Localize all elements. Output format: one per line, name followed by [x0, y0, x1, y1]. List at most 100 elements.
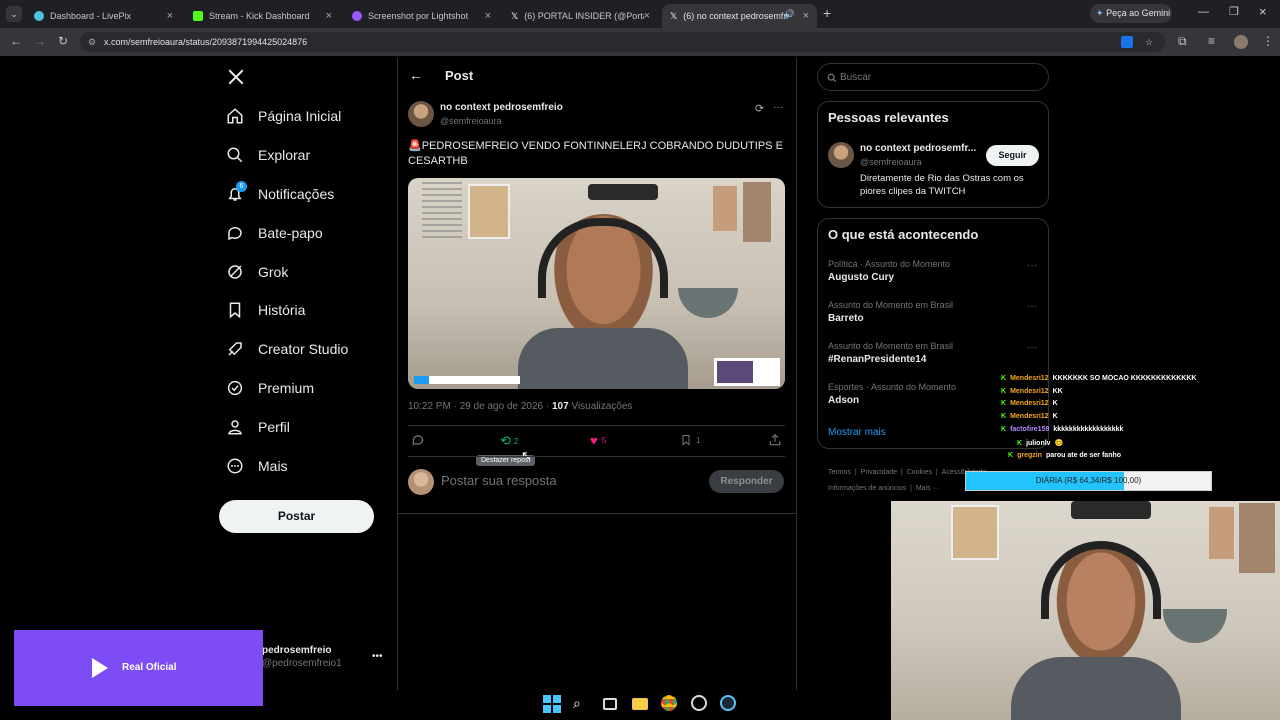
nav-notifications[interactable]: 6 Notificações	[226, 179, 334, 209]
trend-item[interactable]: Assunto do Momento em Brasil #RenanPresi…	[828, 341, 953, 365]
chat-message: K Mendesri12 K	[1001, 413, 1058, 420]
close-window-button[interactable]: ×	[1259, 4, 1267, 19]
close-tab-icon[interactable]: ×	[485, 10, 491, 22]
back-icon[interactable]: ←	[10, 34, 22, 48]
reload-icon[interactable]: ↻	[58, 34, 68, 48]
post-more-icon[interactable]: ···	[773, 102, 783, 113]
views-count: 107	[552, 401, 569, 412]
extension-icon[interactable]: ⧉	[1178, 34, 1187, 49]
share-action[interactable]	[768, 433, 782, 452]
close-tab-icon[interactable]: ×	[644, 10, 650, 22]
windows-start-icon[interactable]	[543, 695, 561, 713]
media-control-icon[interactable]: ≡	[1208, 34, 1215, 48]
translate-icon[interactable]	[1121, 36, 1133, 48]
post-back-icon[interactable]: ←	[409, 67, 423, 83]
new-tab-button[interactable]: +	[823, 5, 831, 21]
nav-premium[interactable]: Premium	[226, 373, 314, 403]
footer-cookies[interactable]: Cookies	[907, 469, 932, 476]
browser-tab-kick[interactable]: Stream - Kick Dashboard ×	[185, 4, 340, 28]
file-explorer-icon[interactable]	[632, 695, 650, 713]
retweet-action[interactable]: ⟲ 2	[500, 433, 518, 449]
tab-search-icon[interactable]: ⌄	[6, 6, 22, 22]
browser-tab-no-context[interactable]: 𝕏 (6) no context pedrosemfre 🔊 ×	[662, 4, 817, 28]
site-info-icon[interactable]: ⚙	[88, 32, 96, 52]
gemini-button[interactable]: ✦ Peça ao Gemini	[1090, 4, 1172, 23]
account-switcher[interactable]: pedrosemfreio @pedrosemfreio1 •••	[262, 645, 392, 675]
post-button[interactable]: Postar	[219, 500, 374, 533]
footer-privacy[interactable]: Privacidade	[861, 469, 898, 476]
reply-button[interactable]: Responder	[709, 470, 784, 493]
footer-ads-info[interactable]: Informações de anúncios	[828, 485, 906, 492]
audio-playing-icon[interactable]: 🔊	[784, 9, 795, 20]
reply-input[interactable]: Postar sua resposta	[441, 473, 557, 488]
browser-menu-icon[interactable]: ⋮	[1262, 34, 1274, 48]
task-view-icon[interactable]	[603, 695, 621, 713]
x-logo-icon[interactable]	[227, 68, 245, 86]
taskbar-search-icon[interactable]: ⌕	[573, 695, 591, 713]
close-tab-icon[interactable]: ×	[167, 10, 173, 22]
grok-analyze-icon[interactable]: ⟳	[755, 102, 764, 115]
show-more-link[interactable]: Mostrar mais	[828, 427, 886, 438]
nav-more[interactable]: Mais	[226, 451, 288, 481]
chat-message: K Mendesri12 KKKKKKK SO MOCAO KKKKKKKKKKKK…	[1001, 375, 1197, 382]
bookmark-action[interactable]: 1	[680, 433, 700, 447]
person-handle[interactable]: @semfreioaura	[860, 157, 922, 167]
like-action[interactable]: ♥ 5	[590, 433, 606, 448]
maximize-window-button[interactable]: ❐	[1229, 5, 1239, 18]
nav-creator-studio[interactable]: Creator Studio	[226, 334, 348, 364]
video-webcam-inset	[714, 358, 780, 386]
nav-profile[interactable]: Perfil	[226, 412, 290, 442]
daily-goal-bar: DIÁRIA (R$ 64,34/R$ 100,00)	[965, 471, 1212, 491]
footer-terms[interactable]: Termos	[828, 469, 851, 476]
post-video[interactable]	[408, 178, 785, 389]
nav-home[interactable]: Página Inicial	[226, 101, 341, 131]
chrome-icon[interactable]	[661, 695, 679, 713]
trend-item[interactable]: Política · Assunto do Momento Augusto Cu…	[828, 259, 950, 283]
footer-more[interactable]: Mais ···	[916, 485, 940, 492]
lightshot-favicon-icon	[352, 11, 362, 21]
person-avatar[interactable]	[828, 142, 854, 168]
verified-icon	[226, 379, 244, 397]
obs-icon[interactable]	[691, 695, 709, 713]
browser-tab-lightshot[interactable]: Screenshot por Lightshot ×	[344, 4, 499, 28]
author-name[interactable]: no context pedrosemfreio	[440, 102, 563, 113]
nav-grok[interactable]: Grok	[226, 257, 288, 287]
video-chat-overlay	[422, 182, 462, 242]
browser-tab-portal-insider[interactable]: 𝕏 (6) PORTAL INSIDER (@Portal_In ×	[503, 4, 658, 28]
close-tab-icon[interactable]: ×	[803, 10, 809, 22]
trend-more-icon[interactable]: ···	[1027, 342, 1037, 353]
trend-more-icon[interactable]: ···	[1027, 260, 1037, 271]
person-name[interactable]: no context pedrosemfr...	[860, 143, 976, 154]
close-tab-icon[interactable]: ×	[326, 10, 332, 22]
profile-avatar[interactable]	[1234, 35, 1248, 49]
kick-badge-icon: K	[1001, 388, 1007, 395]
nav-history[interactable]: História	[226, 295, 305, 325]
retweet-count: 2	[513, 436, 519, 446]
retweet-icon: ⟲	[500, 433, 511, 448]
forward-icon[interactable]: →	[34, 34, 46, 48]
trend-item[interactable]: Assunto do Momento em Brasil Barreto	[828, 300, 953, 324]
search-box[interactable]: Buscar	[817, 63, 1049, 91]
browser-tab-livepix[interactable]: Dashboard - LivePix ×	[26, 4, 181, 28]
minimize-window-button[interactable]: —	[1198, 6, 1209, 18]
trend-more-icon[interactable]: ···	[1027, 301, 1037, 312]
follow-button[interactable]: Seguir	[986, 145, 1039, 166]
kick-badge-icon: K	[1001, 426, 1007, 433]
person-bio: Diretamente de Rio das Ostras com os pio…	[860, 173, 1024, 197]
nav-chat[interactable]: Bate-papo	[226, 218, 323, 248]
grok-icon	[226, 263, 244, 281]
home-icon	[226, 107, 244, 125]
account-more-icon[interactable]: •••	[372, 651, 383, 662]
webcam-poster	[1239, 503, 1275, 573]
nav-explore[interactable]: Explorar	[226, 140, 310, 170]
kick-favicon-icon	[193, 11, 203, 21]
author-avatar[interactable]	[408, 101, 434, 127]
webcam-shelf	[1071, 501, 1151, 519]
reply-action[interactable]	[411, 433, 431, 452]
address-bar[interactable]: ⚙ x.com/semfreioaura/status/209387199442…	[80, 32, 1165, 52]
bookmark-star-icon[interactable]: ☆	[1145, 32, 1153, 52]
steam-icon[interactable]	[720, 695, 738, 713]
reply-avatar	[408, 469, 434, 495]
author-handle[interactable]: @semfreioaura	[440, 116, 502, 126]
trend-item[interactable]: Esportes · Assunto do Momento Adson	[828, 382, 956, 406]
